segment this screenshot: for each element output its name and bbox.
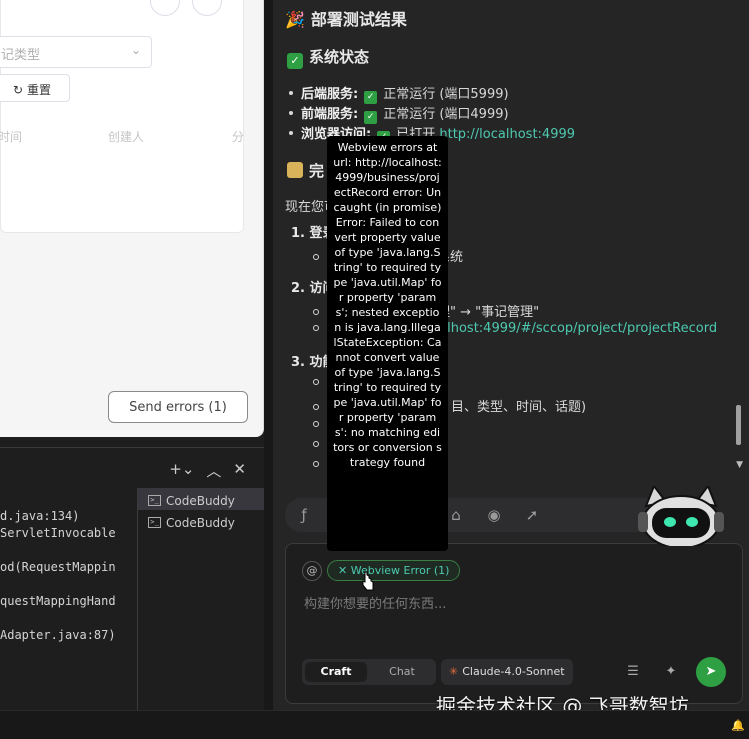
terminal-line: questMappingHand: [0, 594, 116, 608]
terminal-icon: >_: [148, 495, 161, 506]
status-label: 后端服务:: [301, 87, 359, 102]
close-icon[interactable]: ✕: [233, 460, 246, 481]
status-label: 前端服务:: [301, 107, 359, 122]
terminal-tab-list: >_ CodeBuddy >_ CodeBuddy: [137, 488, 264, 711]
chevron-down-icon: ⌄: [130, 43, 141, 57]
terminal-line: od(RequestMappin: [0, 560, 116, 574]
filter-card: [0, 0, 244, 233]
reset-label: 重置: [26, 83, 51, 97]
circle-bullet-icon: [313, 441, 319, 447]
bell-icon[interactable]: 🔔: [731, 719, 745, 732]
status-heading: ✓ 系统状态: [287, 46, 369, 69]
terminal-tab[interactable]: >_ CodeBuddy: [138, 510, 264, 532]
terminal-panel: +⌄ ︿ ✕ d.java:134) ServletInvocable od(R…: [0, 447, 264, 711]
circle-bullet-icon: [313, 325, 319, 331]
figma-icon[interactable]: ƒ: [295, 506, 313, 524]
list-icon[interactable]: ☰: [622, 661, 644, 683]
mode-craft[interactable]: Craft: [305, 662, 367, 682]
record-type-select[interactable]: 记类型 ⌄: [0, 36, 152, 68]
hand-cursor-icon: [362, 571, 374, 591]
heading-text: 部署测试结果: [310, 10, 407, 29]
clipboard-icon: [287, 162, 303, 178]
column-header-creator: 创建人: [108, 130, 145, 144]
check-icon: ✓: [287, 53, 303, 69]
complete-heading-text: 完: [309, 162, 325, 180]
status-heading-text: 系统状态: [309, 48, 370, 66]
select-placeholder: 记类型: [1, 48, 41, 63]
circle-bullet-icon: [313, 421, 319, 427]
terminal-line: ServletInvocable: [0, 526, 116, 540]
eye-icon[interactable]: ◉: [485, 506, 503, 524]
model-selector[interactable]: ✳ Claude-4.0-Sonnet: [441, 659, 573, 685]
status-bar: 🔔: [0, 710, 749, 739]
error-tooltip: Webview errors at url: http://localhost:…: [327, 136, 448, 551]
project-record-link[interactable]: calhost:4999/#/sccop/project/projectReco…: [432, 321, 717, 336]
claude-icon: ✳: [449, 665, 459, 678]
list-item: 前端服务: ✓ 正常运行 (端口4999): [289, 103, 509, 124]
circle-bullet-icon: [313, 404, 319, 410]
circle-bullet-icon: [313, 254, 319, 260]
party-icon: 🎉: [285, 10, 305, 29]
chevron-up-icon[interactable]: ︿: [206, 460, 221, 481]
list-item: 后端服务: ✓ 正常运行 (端口5999): [289, 83, 509, 104]
bullet-icon: [289, 131, 293, 135]
refresh-icon: ↻: [13, 83, 24, 97]
scroll-down-icon[interactable]: ▼: [736, 460, 743, 470]
sparkle-icon[interactable]: ✦: [660, 661, 682, 683]
terminal-tab[interactable]: >_ CodeBuddy: [138, 488, 264, 510]
panel-divider[interactable]: [264, 0, 273, 710]
circle-bullet-icon: [313, 309, 319, 315]
bookmark-icon[interactable]: ⌂: [447, 506, 465, 524]
status-value: 正常运行 (端口5999): [383, 87, 509, 102]
chat-input-box[interactable]: @ ✕ Webview Error (1) 构建你想要的任何东西... Craf…: [285, 543, 743, 704]
reset-button[interactable]: ↻ 重置: [0, 74, 70, 102]
terminal-actions: +⌄ ︿ ✕: [169, 460, 246, 481]
column-header-time: 时间: [0, 130, 23, 144]
bullet-icon: [289, 91, 293, 95]
bullet-icon: [289, 111, 293, 115]
circle-bullet-icon: [313, 461, 319, 467]
terminal-tab-label: CodeBuddy: [166, 515, 235, 530]
terminal-line: Adapter.java:87): [0, 628, 116, 642]
robot-mascot-icon: [638, 486, 724, 546]
scrollbar-thumb[interactable]: [736, 405, 741, 445]
mention-button[interactable]: @: [302, 561, 322, 581]
send-errors-button[interactable]: Send errors (1): [108, 391, 248, 423]
mode-toggle: Craft Chat: [302, 659, 436, 685]
status-value: 正常运行 (端口4999): [383, 107, 509, 122]
circle-bullet-icon: [313, 379, 319, 385]
column-header-more: 分: [232, 130, 245, 144]
chat-input-placeholder[interactable]: 构建你想要的任何东西...: [304, 593, 446, 612]
model-name: Claude-4.0-Sonnet: [462, 665, 565, 678]
terminal-line: d.java:134): [0, 509, 80, 523]
mode-chat[interactable]: Chat: [371, 662, 433, 682]
rocket-icon[interactable]: ➚: [523, 506, 541, 524]
terminal-tab-label: CodeBuddy: [166, 493, 235, 508]
webview-panel: 记类型 ⌄ ↻ 重置 时间 创建人 分 Send errors (1): [0, 0, 264, 437]
send-button[interactable]: ➤: [696, 657, 726, 687]
close-icon[interactable]: ✕: [338, 564, 351, 577]
webview-error-chip[interactable]: ✕ Webview Error (1): [327, 560, 461, 581]
terminal-icon: >_: [148, 517, 161, 528]
localhost-link[interactable]: http://localhost:4999: [439, 127, 575, 142]
page-title: 🎉 部署测试结果: [285, 6, 407, 30]
add-terminal-icon[interactable]: +⌄: [169, 460, 194, 481]
